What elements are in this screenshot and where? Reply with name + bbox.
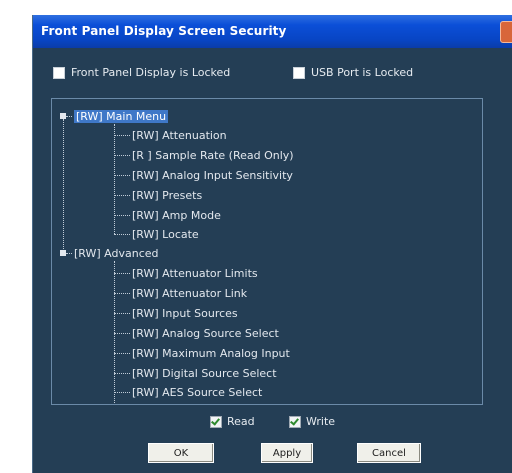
ok-button[interactable]: OK — [148, 443, 214, 463]
tree-item[interactable]: [RW] Attenuator Limits — [132, 265, 258, 282]
read-checkbox[interactable] — [210, 415, 222, 428]
close-icon[interactable] — [500, 21, 512, 43]
write-checkbox[interactable] — [289, 415, 301, 428]
title-bar[interactable]: Front Panel Display Screen Security — [33, 15, 512, 48]
cancel-button[interactable]: Cancel — [357, 443, 421, 463]
lock-options: Front Panel Display is Locked USB Port i… — [53, 66, 502, 86]
tree-group-label: [RW] Advanced — [74, 247, 159, 260]
front-panel-lock-checkbox[interactable] — [53, 66, 65, 79]
tree-group-label: [RW] Main Menu — [74, 110, 169, 123]
window-title: Front Panel Display Screen Security — [41, 24, 287, 38]
permission-checks: Read Write — [33, 415, 512, 433]
tree-item[interactable]: [RW] Presets — [132, 187, 202, 204]
write-option[interactable]: Write — [289, 415, 335, 428]
permissions-tree[interactable]: [RW] Main Menu [RW] Attenuation [R ] Sam… — [51, 98, 483, 405]
apply-button[interactable]: Apply — [261, 443, 313, 463]
tree-item[interactable]: [RW] AES Source Select — [132, 384, 262, 401]
security-dialog: Front Panel Display Screen Security Fron… — [32, 15, 512, 473]
tree-item[interactable]: [RW] Maximum Analog Input — [132, 345, 290, 362]
tree-group-main-menu[interactable]: [RW] Main Menu — [74, 108, 169, 125]
tree-item[interactable]: [RW] Attenuation — [132, 127, 227, 144]
usb-lock-label: USB Port is Locked — [311, 66, 414, 79]
tree-item[interactable]: [RW] Analog Source Select — [132, 325, 279, 342]
tree-item[interactable]: [RW] Locate — [132, 226, 199, 243]
front-panel-lock-label: Front Panel Display is Locked — [71, 66, 231, 79]
tree-item[interactable]: [RW] Input Sources — [132, 305, 238, 322]
front-panel-lock-option[interactable]: Front Panel Display is Locked — [53, 66, 230, 79]
usb-lock-checkbox[interactable] — [293, 66, 305, 79]
tree-item[interactable]: [RW] Analog Input Sensitivity — [132, 167, 293, 184]
usb-lock-option[interactable]: USB Port is Locked — [293, 66, 413, 79]
read-option[interactable]: Read — [210, 415, 255, 428]
tree-item[interactable]: [RW] Attenuator Link — [132, 285, 247, 302]
tree-item[interactable]: [RW] Amp Mode — [132, 207, 221, 224]
read-label: Read — [227, 415, 255, 428]
tree-group-advanced[interactable]: [RW] Advanced — [74, 245, 159, 262]
write-label: Write — [306, 415, 336, 428]
tree-item[interactable]: [R ] Sample Rate (Read Only) — [132, 147, 294, 164]
tree-item[interactable]: [RW] Digital Source Select — [132, 365, 277, 382]
